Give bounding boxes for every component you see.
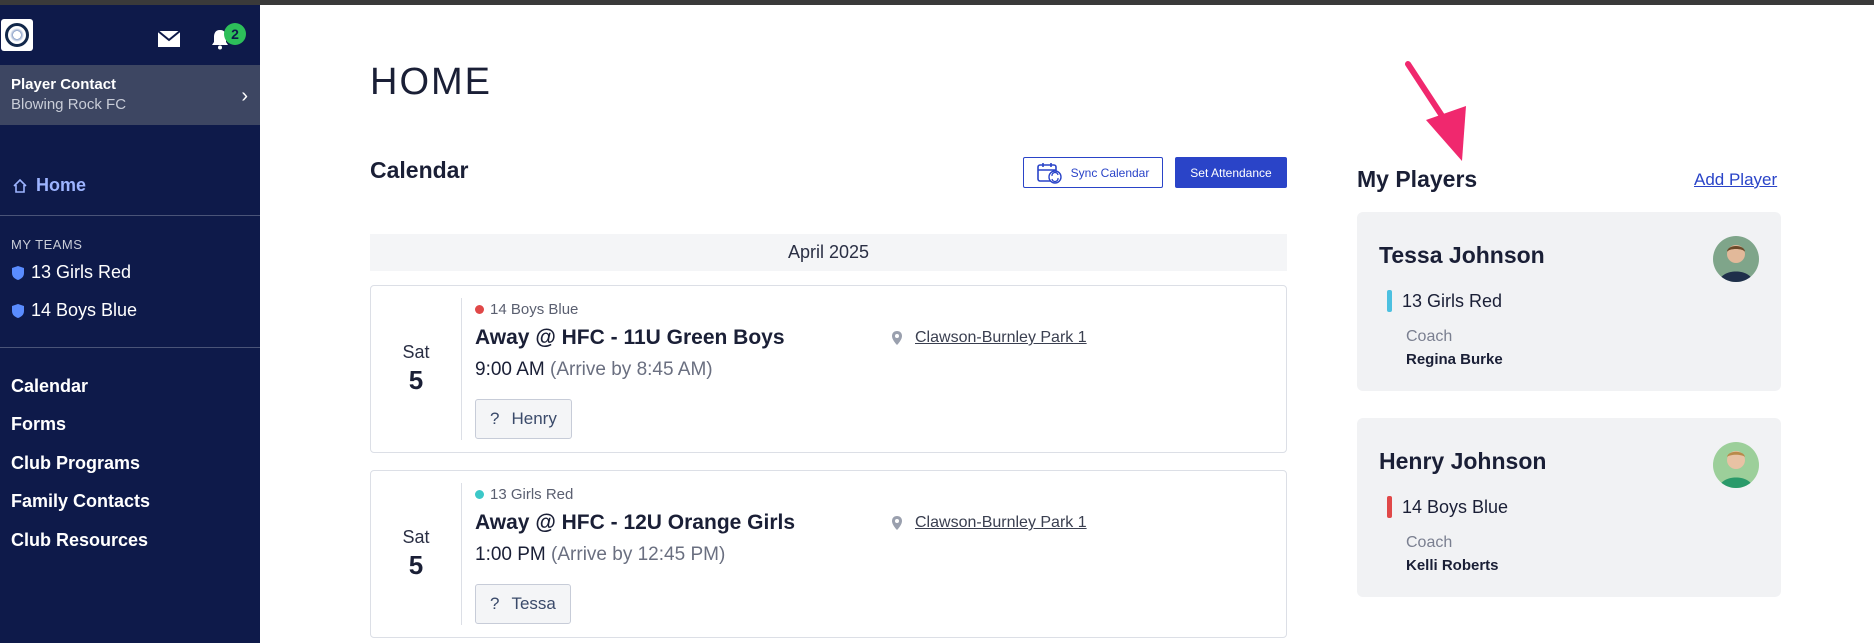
sidebar-item-team[interactable]: 13 Girls Red (11, 262, 131, 283)
notification-badge: 2 (224, 23, 246, 45)
team-color-dot (475, 305, 484, 314)
event-date: Sat 5 (371, 286, 461, 452)
event-location[interactable]: Clawson-Burnley Park 1 (891, 514, 1087, 532)
team-color-bar (1387, 496, 1392, 518)
event-start-time: 1:00 PM (475, 544, 546, 565)
page-title: HOME (370, 61, 492, 103)
attendance-status-icon: ? (490, 594, 500, 613)
event-date: Sat 5 (371, 471, 461, 637)
sidebar-item-team[interactable]: 14 Boys Blue (11, 300, 137, 321)
event-arrive-time: (Arrive by 12:45 PM) (551, 544, 726, 565)
home-icon (13, 178, 27, 193)
event-card[interactable]: Sat 5 13 Girls Red Away @ HFC - 12U Oran… (370, 470, 1287, 638)
event-divider (461, 298, 462, 440)
main-content: HOME Calendar Sync Calendar Set Attendan… (260, 5, 1874, 643)
team-label: 14 Boys Blue (31, 300, 138, 320)
player-team-label: 14 Boys Blue (1402, 496, 1509, 517)
player-team-label: 13 Girls Red (1402, 290, 1503, 311)
set-attendance-button[interactable]: Set Attendance (1175, 157, 1287, 188)
player-name: Tessa Johnson (1379, 242, 1545, 268)
event-card[interactable]: Sat 5 14 Boys Blue Away @ HFC - 11U Gree… (370, 285, 1287, 453)
attendance-status-icon: ? (490, 409, 500, 428)
event-time: 1:00 PM (Arrive by 12:45 PM) (475, 544, 725, 566)
event-location[interactable]: Clawson-Burnley Park 1 (891, 329, 1087, 347)
location-link[interactable]: Clawson-Burnley Park 1 (915, 329, 1087, 347)
event-weekday: Sat (402, 342, 430, 362)
avatar (1713, 442, 1759, 488)
event-team: 13 Girls Red (475, 486, 573, 503)
attendance-player: Henry (511, 409, 557, 428)
calendar-heading: Calendar (370, 157, 469, 183)
coach-label: Coach (1406, 328, 1453, 345)
attendance-player: Tessa (511, 594, 556, 613)
shield-icon (12, 265, 24, 280)
attendance-chip[interactable]: ? Tessa (475, 584, 571, 624)
event-team-label: 14 Boys Blue (490, 301, 579, 318)
sidebar-item-family-contacts[interactable]: Family Contacts (11, 491, 150, 512)
player-team: 13 Girls Red (1387, 290, 1502, 312)
event-weekday: Sat (402, 527, 430, 547)
sidebar-item-home-label: Home (36, 175, 87, 195)
event-day-number: 5 (408, 550, 424, 580)
club-logo[interactable] (1, 19, 33, 51)
location-link[interactable]: Clawson-Burnley Park 1 (915, 514, 1087, 532)
sidebar-item-club-programs[interactable]: Club Programs (11, 453, 140, 474)
event-team: 14 Boys Blue (475, 301, 578, 318)
team-color-bar (1387, 290, 1392, 312)
player-card[interactable]: Tessa Johnson 13 Girls Red Coach Regina … (1357, 212, 1781, 391)
sync-calendar-button[interactable]: Sync Calendar (1023, 157, 1163, 188)
coach-label: Coach (1406, 534, 1453, 551)
sidebar-divider (0, 215, 260, 216)
add-player-link[interactable]: Add Player (1694, 170, 1777, 190)
avatar (1713, 236, 1759, 282)
sidebar-item-club-resources[interactable]: Club Resources (11, 530, 148, 551)
sidebar-item-calendar[interactable]: Calendar (11, 376, 88, 397)
location-pin-icon (892, 331, 902, 345)
my-teams-heading: MY TEAMS (11, 237, 83, 252)
event-divider (461, 483, 462, 625)
player-contact-switcher[interactable]: Player Contact Blowing Rock FC › (0, 65, 260, 125)
event-arrive-time: (Arrive by 8:45 AM) (550, 359, 713, 380)
mail-icon[interactable] (157, 30, 181, 48)
event-team-label: 13 Girls Red (490, 486, 574, 503)
contact-role: Player Contact (11, 76, 117, 93)
sidebar-item-home[interactable]: Home (12, 175, 86, 196)
team-color-dot (475, 490, 484, 499)
shield-icon (12, 303, 24, 318)
player-card[interactable]: Henry Johnson 14 Boys Blue Coach Kelli R… (1357, 418, 1781, 597)
sidebar-divider (0, 347, 260, 348)
team-label: 13 Girls Red (31, 262, 132, 282)
attendance-chip[interactable]: ? Henry (475, 399, 572, 439)
player-team: 14 Boys Blue (1387, 496, 1508, 518)
pointer-arrow-icon (1405, 61, 1466, 161)
event-title[interactable]: Away @ HFC - 11U Green Boys (475, 326, 785, 350)
location-pin-icon (892, 516, 902, 530)
sidebar: 2 Player Contact Blowing Rock FC › Home … (0, 5, 260, 643)
chevron-right-icon: › (241, 85, 248, 107)
coach-name: Kelli Roberts (1406, 557, 1499, 574)
contact-club: Blowing Rock FC (11, 96, 127, 113)
event-title[interactable]: Away @ HFC - 12U Orange Girls (475, 511, 795, 535)
calendar-sync-icon (1036, 162, 1062, 184)
sidebar-header: 2 (0, 5, 260, 65)
sidebar-item-forms[interactable]: Forms (11, 414, 66, 435)
coach-name: Regina Burke (1406, 351, 1503, 368)
event-day-number: 5 (408, 365, 424, 395)
event-time: 9:00 AM (Arrive by 8:45 AM) (475, 359, 713, 381)
my-players-heading: My Players (1357, 166, 1478, 192)
month-header: April 2025 (370, 234, 1287, 271)
event-start-time: 9:00 AM (475, 359, 545, 380)
sync-calendar-label: Sync Calendar (1070, 165, 1150, 180)
player-name: Henry Johnson (1379, 448, 1547, 474)
